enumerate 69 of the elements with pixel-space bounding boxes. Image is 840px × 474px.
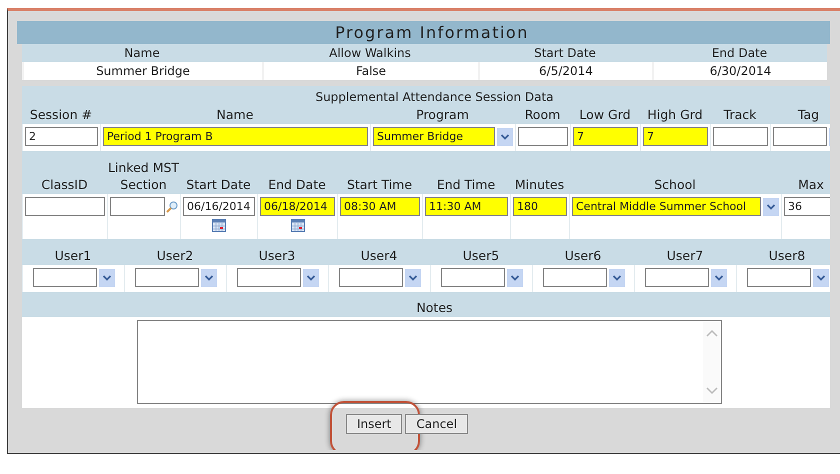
field-label: Minutes [514, 176, 566, 194]
select-field[interactable] [32, 268, 96, 287]
field-label: End Time [436, 176, 496, 194]
text-field[interactable]: 7 [643, 127, 708, 146]
field-label: User6 [564, 247, 602, 265]
text-field[interactable] [110, 197, 165, 216]
table-cell: Summer Bridge [22, 62, 262, 80]
field-label: Name [216, 106, 254, 124]
field-label: School [653, 176, 697, 194]
text-field[interactable]: 11:30 AM [425, 197, 508, 216]
field-label: ClassID [40, 176, 89, 194]
field-label: Low Grd [578, 106, 632, 124]
column-header: Start Date [478, 44, 652, 62]
select-field[interactable] [134, 268, 198, 287]
field-label: User5 [462, 247, 500, 265]
text-field[interactable]: 7 [573, 127, 638, 146]
text-field[interactable]: 08:30 AM [340, 197, 420, 216]
select-field[interactable] [773, 127, 827, 146]
section-title: Program Information [17, 21, 830, 44]
calendar-icon[interactable] [290, 219, 304, 232]
text-field[interactable] [713, 127, 768, 146]
scroll-up-icon[interactable] [706, 329, 718, 337]
field-label: User1 [54, 247, 92, 265]
text-field[interactable]: 2 [25, 127, 98, 146]
text-field[interactable] [25, 197, 105, 216]
search-icon[interactable] [166, 200, 178, 212]
select-field[interactable] [644, 268, 708, 287]
cancel-button[interactable]: Cancel [405, 414, 468, 434]
calendar-icon[interactable] [212, 219, 226, 232]
section-title: Supplemental Attendance Session Data [314, 89, 555, 104]
column-header: End Date [652, 44, 827, 62]
date-field[interactable]: 06/18/2014 [260, 197, 335, 216]
insert-button[interactable]: Insert [346, 414, 402, 434]
table-cell: False [262, 62, 478, 80]
select-field[interactable] [440, 268, 504, 287]
select-field[interactable] [236, 268, 300, 287]
text-field[interactable] [518, 127, 568, 146]
date-field[interactable]: 06/16/2014 [183, 197, 255, 216]
table-cell: 6/30/2014 [652, 62, 827, 80]
field-label: End Date [267, 176, 327, 194]
field-label: User7 [666, 247, 704, 265]
field-label: Max [797, 176, 825, 194]
notes-field[interactable] [137, 320, 722, 404]
field-label: Linked MST Section [107, 159, 180, 194]
field-label: User2 [156, 247, 194, 265]
field-label: User8 [768, 247, 806, 265]
column-header: Allow Walkins [262, 44, 478, 62]
field-label: Notes [415, 299, 454, 317]
text-field[interactable]: Period 1 Program B [103, 127, 368, 146]
select-field[interactable] [338, 268, 402, 287]
field-label: High Grd [646, 106, 704, 124]
select-field[interactable]: Summer Bridge [373, 127, 495, 146]
field-label: Program [415, 106, 470, 124]
field-label: Tag [796, 106, 820, 124]
field-label: User3 [258, 247, 296, 265]
field-label: Start Date [185, 176, 252, 194]
select-field[interactable] [746, 268, 810, 287]
select-field[interactable] [542, 268, 606, 287]
field-label: User4 [360, 247, 398, 265]
table-cell: 6/5/2014 [478, 62, 652, 80]
text-field[interactable]: 36 [784, 197, 830, 216]
field-label: Track [722, 106, 758, 124]
field-label: Room [524, 106, 562, 124]
select-field[interactable]: Central Middle Summer School [572, 197, 761, 216]
column-header: Name [22, 44, 262, 62]
field-label: Start Time [346, 176, 414, 194]
text-field[interactable]: 180 [513, 197, 567, 216]
field-label: Session # [28, 106, 94, 124]
scroll-down-icon[interactable] [706, 387, 718, 395]
